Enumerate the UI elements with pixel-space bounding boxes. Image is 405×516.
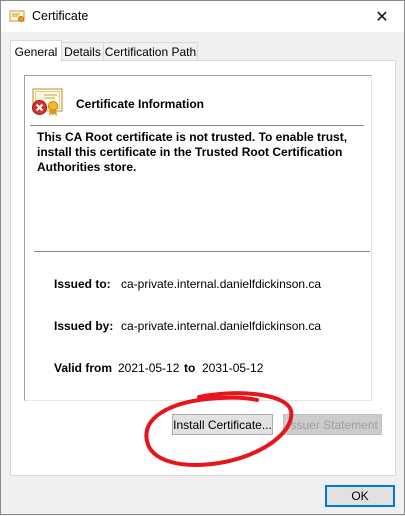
ok-button[interactable]: OK [325, 485, 395, 507]
issuer-statement-button[interactable]: Issuer Statement [283, 414, 382, 435]
close-button[interactable]: ✕ [360, 1, 404, 32]
details-divider [34, 251, 370, 252]
issued-to-label: Issued to: [54, 277, 111, 291]
install-certificate-button[interactable]: Install Certificate... [172, 414, 273, 435]
certificate-information-heading: Certificate Information [76, 97, 205, 111]
issued-by-value: ca-private.internal.danielfdickinson.ca [121, 319, 322, 333]
valid-to-value: 2031-05-12 [202, 361, 264, 375]
header-divider [30, 125, 364, 126]
trust-warning-text: This CA Root certificate is not trusted.… [37, 130, 348, 174]
close-icon: ✕ [375, 8, 389, 26]
window-title: Certificate [32, 9, 89, 23]
certificate-info-box: Certificate Information This CA Root cer… [24, 75, 372, 401]
tab-general[interactable]: General [10, 40, 62, 62]
certificate-dialog: Certificate ✕ General Details Certificat… [0, 0, 405, 515]
issued-to-value: ca-private.internal.danielfdickinson.ca [121, 277, 322, 291]
title-bar[interactable]: Certificate ✕ [1, 1, 404, 32]
valid-from-label: Valid from [54, 361, 113, 375]
certificate-icon [9, 10, 25, 22]
tab-details[interactable]: Details [60, 42, 105, 61]
general-tab-panel: Certificate Information This CA Root cer… [10, 60, 396, 476]
untrusted-certificate-icon [32, 88, 63, 116]
tab-certification-path[interactable]: Certification Path [103, 42, 198, 61]
valid-from-value: 2021-05-12 [118, 361, 180, 375]
valid-to-label: to [184, 361, 196, 375]
issued-by-label: Issued by: [54, 319, 114, 333]
